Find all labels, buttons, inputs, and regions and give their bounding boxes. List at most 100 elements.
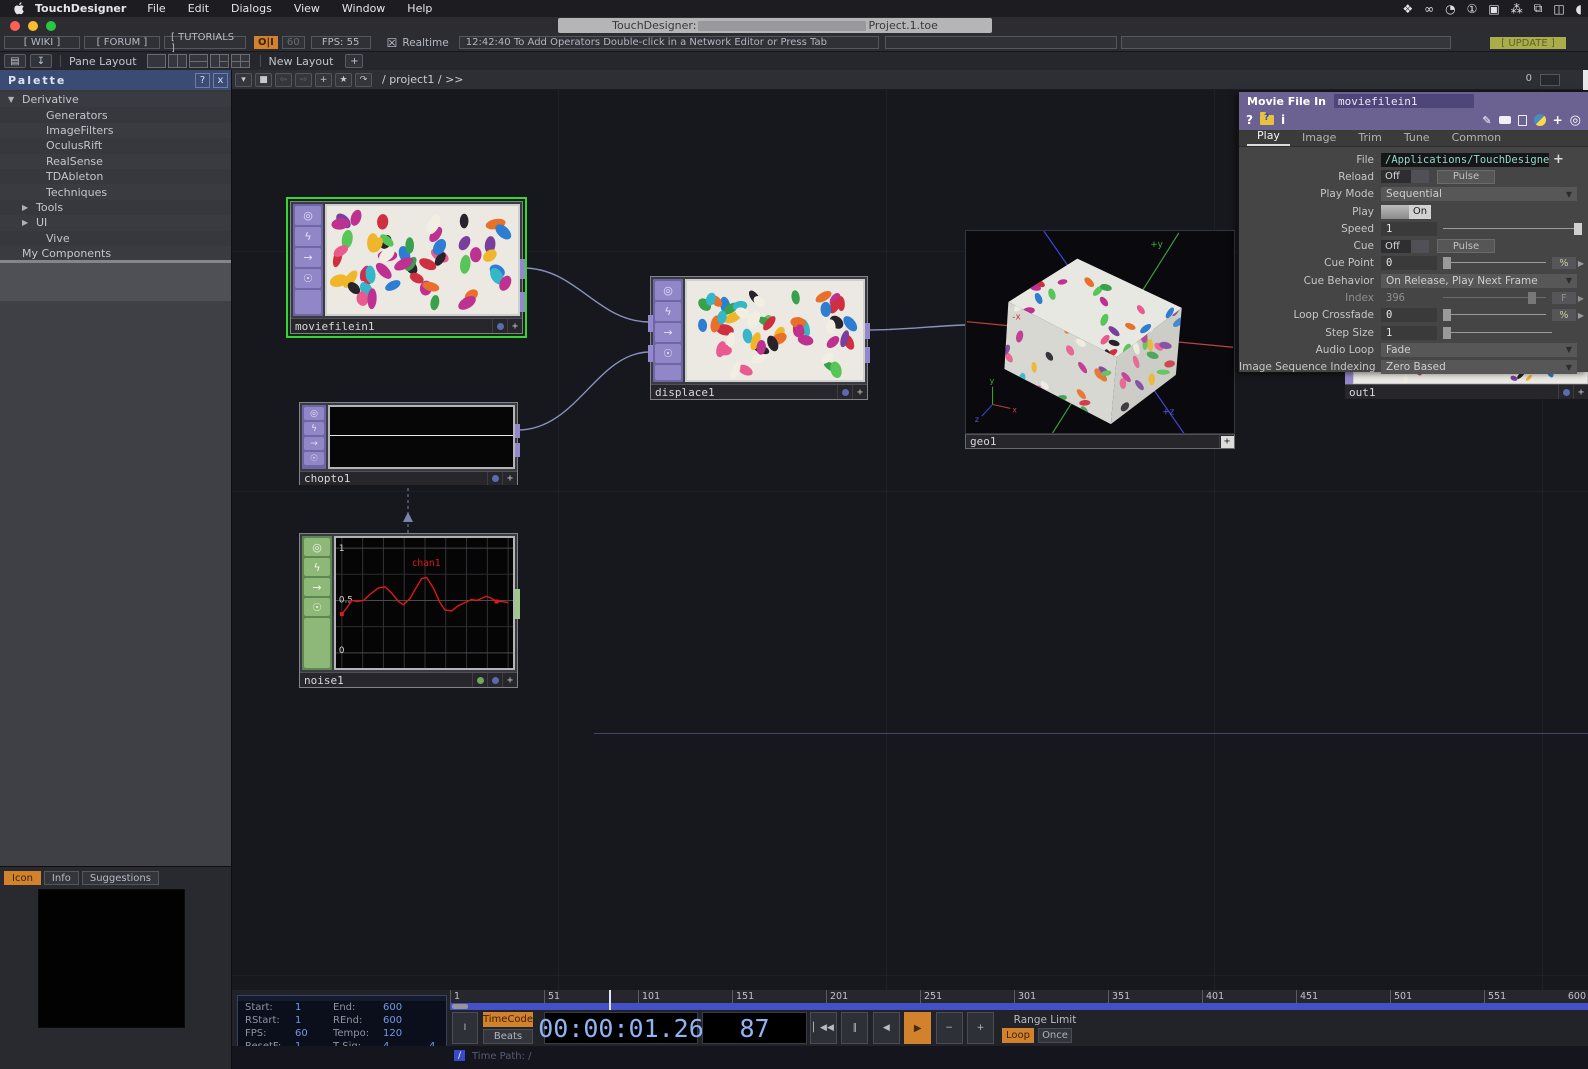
palette-item-techniques[interactable]: Techniques [0,184,231,199]
export-flag-icon[interactable]: → [655,323,681,342]
pause-button[interactable]: ‖ [841,1012,868,1044]
beats-mode-button[interactable]: Beats [483,1029,533,1044]
pane-type-dropdown[interactable]: ▾ [235,73,252,87]
node-add-icon[interactable]: + [1219,435,1234,448]
layout-three-pane-button[interactable] [210,54,229,68]
input-connector[interactable] [648,345,653,362]
export-flag-icon[interactable]: → [304,437,324,450]
once-button[interactable]: Once [1038,1028,1072,1043]
info-icon[interactable]: i [1281,113,1285,127]
dropbox-icon[interactable]: ❖ [1402,2,1413,16]
target-rate-field[interactable]: 60 [282,36,305,49]
loop-crossfade-slider[interactable] [1443,308,1546,322]
layout-four-pane-button[interactable] [231,54,250,68]
cue-point-field[interactable]: 0 [1381,256,1437,270]
output-connector[interactable] [520,259,525,279]
node-add-icon[interactable]: + [502,472,517,485]
step-size-slider[interactable] [1443,326,1552,340]
chevron-down-icon[interactable]: ▼ [8,95,22,104]
file-browse-icon[interactable]: + [1553,152,1564,167]
forum-button[interactable]: [ FORUM ] [84,36,160,49]
menu-window[interactable]: Window [342,2,385,15]
timeline-ruler[interactable]: 151101151201251301351401451501551 [450,990,1588,1003]
palette-item-tdableton[interactable]: TDAbleton [0,169,231,184]
tab-play[interactable]: Play [1247,129,1290,146]
breadcrumb[interactable]: / project1 / >> [382,73,464,86]
tutorials-button[interactable]: [ TUTORIALS ] [164,36,246,49]
play-forward-button[interactable]: ▶ [904,1012,931,1044]
export-flag-icon[interactable]: → [295,248,321,267]
loop-crossfade-field[interactable]: 0 [1381,308,1437,322]
bypass-flag-icon[interactable]: ϟ [655,302,681,321]
save-layout-icon[interactable]: ↧ [30,54,52,68]
wiki-button[interactable]: [ WIKI ] [4,36,80,49]
copy-parameters-icon[interactable] [1518,115,1527,126]
unit-menu-icon[interactable]: ▶ [1578,259,1584,268]
lock-flag-icon[interactable]: ☉ [304,452,324,465]
countdown-icon[interactable]: ◔ [1445,2,1455,16]
output-connector[interactable] [865,347,870,363]
timeline-range-bar[interactable] [450,1003,1588,1010]
redo-icon[interactable]: ↷ [355,73,372,87]
realtime-checkbox[interactable]: ☒ [387,36,398,50]
bypass-flag-icon[interactable]: ϟ [304,422,324,435]
node-viewer-dot[interactable] [472,673,487,687]
node-chopto1[interactable]: ◎ ϟ → ☉ chopto1 + [299,402,518,485]
lock-flag-icon[interactable]: ☉ [295,269,321,288]
unit-menu-icon[interactable]: ▶ [1578,311,1584,320]
node-comment-dot[interactable] [1558,385,1573,399]
docs-icon[interactable]: ▣ [1488,2,1499,16]
output-connector[interactable] [515,424,520,438]
node-comment-dot[interactable] [837,385,852,399]
screenshot-icon[interactable]: ⧉ [1534,1,1543,16]
viewer-flag-icon[interactable]: ◎ [295,206,321,225]
maximize-pane-icon[interactable]: ▤ [4,54,26,68]
chevron-right-icon[interactable]: ▶ [22,218,36,227]
minimize-window-button[interactable] [28,21,38,31]
output-connector[interactable] [865,323,870,339]
reload-pulse-button[interactable]: Pulse [1437,170,1495,184]
network-mini-field[interactable] [1540,74,1560,86]
lock-flag-icon[interactable]: ☉ [655,344,681,363]
forward-arrow-icon[interactable]: ⇨ [295,73,312,87]
tab-trim[interactable]: Trim [1348,131,1391,146]
node-add-icon[interactable]: + [507,319,522,333]
timeline-range-handle[interactable] [452,1004,468,1009]
menu-dialogs[interactable]: Dialogs [231,2,272,15]
output-connector[interactable] [515,589,520,619]
palette-item-tools[interactable]: ▶Tools [0,200,231,215]
menu-help[interactable]: Help [407,2,432,15]
seq-indexing-dropdown[interactable]: Zero Based▼ [1381,360,1577,374]
cue-pulse-button[interactable]: Pulse [1437,239,1495,253]
viewer-flag-icon[interactable]: ◎ [655,281,681,300]
tab-common[interactable]: Common [1442,131,1512,146]
info-icon[interactable]: ① [1467,2,1478,16]
stop-icon[interactable]: ■ [255,73,272,87]
input-connector[interactable] [648,315,653,332]
palette-item-ui[interactable]: ▶UI [0,215,231,230]
bypass-flag-icon[interactable]: ϟ [304,558,330,576]
jump-start-button[interactable]: ▏◀◀ [810,1012,837,1044]
time-path-icon[interactable]: / [454,1050,465,1061]
output-connector[interactable] [515,443,520,457]
chevron-right-icon[interactable]: ▶ [22,203,36,212]
lock-flag-icon[interactable]: ☉ [304,598,330,616]
palette-item-realsense[interactable]: RealSense [0,154,231,169]
speed-slider[interactable] [1443,222,1582,236]
node-comment-dot[interactable] [487,673,502,687]
palette-item-derivative[interactable]: ▼Derivative [0,92,231,107]
play-toggle[interactable]: On [1381,205,1431,219]
wacom-icon[interactable]: ⁂ [1511,2,1523,16]
add-parameter-icon[interactable]: + [1553,113,1563,127]
apple-menu-icon[interactable] [14,2,25,15]
node-displace1[interactable]: ◎ ϟ → ☉ displace1 + [650,276,868,400]
loop-button[interactable]: Loop [1002,1028,1034,1043]
output-input-toggle[interactable]: O|I [254,36,278,49]
tab-info[interactable]: Info [44,871,79,885]
speed-field[interactable]: 1 [1381,222,1437,236]
reload-toggle[interactable]: Off [1381,170,1429,183]
tab-tune[interactable]: Tune [1394,131,1440,146]
node-viewer[interactable] [685,279,865,382]
playhead[interactable] [609,990,611,1010]
layout-single-button[interactable] [147,54,166,68]
